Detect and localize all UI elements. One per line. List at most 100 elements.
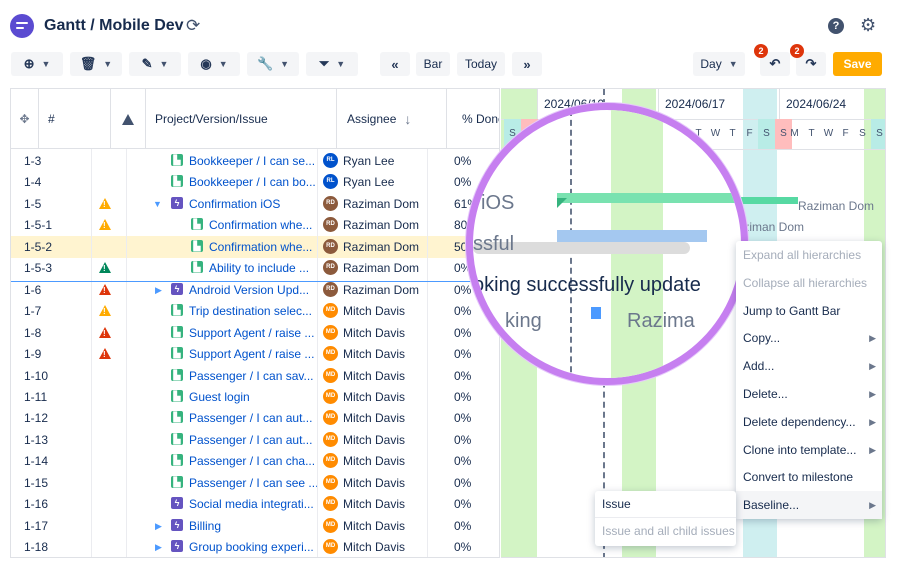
assignee-name: Mitch Davis (343, 540, 406, 555)
gear-icon[interactable]: ⚙ (860, 15, 876, 36)
column-header-id[interactable]: # (39, 89, 111, 149)
done-percent: 0% (454, 518, 472, 533)
tools-dropdown-button[interactable]: 🔧 ▼ (247, 52, 299, 76)
issue-link[interactable]: Guest login (189, 386, 317, 408)
day-header: T (808, 128, 815, 139)
column-header-project[interactable]: Project/Version/Issue (146, 89, 337, 149)
menu-item-expand-all-hierarchies: Expand all hierarchies (736, 241, 882, 269)
issue-link[interactable]: Trip destination selec... (189, 300, 317, 322)
sync-icon[interactable]: ⟳ (186, 16, 200, 36)
issue-link[interactable]: Bookkeeper / I can bo... (189, 171, 317, 193)
scroll-last-button[interactable]: » (512, 52, 542, 76)
delete-dropdown-button[interactable]: 🗑 ▼ (70, 52, 122, 76)
scroll-first-button[interactable]: « (380, 52, 410, 76)
menu-item-convert-to-milestone[interactable]: Convert to milestone (736, 463, 882, 491)
story-type-icon: ▙ (171, 325, 183, 338)
issue-link[interactable]: Ability to include ... (209, 257, 317, 279)
page-title: Gantt / Mobile Dev (44, 17, 184, 34)
row-id: 1-9 (24, 347, 42, 362)
sort-arrow-icon[interactable]: ↓ (404, 111, 411, 127)
menu-item-label: Jump to Gantt Bar (743, 303, 841, 318)
day-header: F (746, 128, 753, 139)
menu-item-add[interactable]: Add... ▶ (736, 352, 882, 380)
story-type-icon: ▙ (171, 411, 183, 424)
menu-item-label: Baseline... (743, 498, 800, 513)
filter-icon: ⏷ (318, 56, 330, 71)
issue-grid: ✥ # Project/Version/Issue Assignee ↓ % Do… (10, 88, 500, 558)
epic-type-icon: ϟ (171, 540, 183, 553)
wrench-icon: 🔧 (256, 56, 274, 71)
assignee-name: Raziman Dom (343, 196, 420, 211)
day-header: F (842, 128, 849, 139)
avatar: MD (323, 474, 338, 490)
filter-dropdown-button[interactable]: ⏷ ▼ (306, 52, 358, 76)
warning-icon (99, 283, 111, 295)
done-percent: 0% (454, 368, 472, 383)
edit-dropdown-button[interactable]: ✎ ▼ (129, 52, 181, 76)
assignee-name: Raziman Dom (343, 261, 420, 276)
submenu-arrow-icon: ▶ (869, 389, 876, 399)
row-id: 1-16 (24, 497, 49, 512)
grid-header: ✥ # Project/Version/Issue Assignee ↓ % Do… (11, 89, 499, 149)
today-button[interactable]: Today (457, 52, 505, 76)
assignee-name: Mitch Davis (343, 454, 406, 469)
avatar: MD (323, 517, 338, 533)
menu-item-label: Expand all hierarchies (743, 248, 862, 262)
issue-link[interactable]: Confirmation whe... (209, 236, 317, 258)
issue-link[interactable]: Confirmation iOS (189, 193, 317, 215)
assignee-name: Mitch Davis (343, 497, 406, 512)
warning-icon (99, 326, 111, 338)
avatar: MD (323, 453, 338, 469)
column-header-done[interactable]: % Done (447, 89, 499, 149)
magnified-toast-text: oking successfully update (473, 274, 701, 296)
issue-link[interactable]: Passenger / I can sav... (189, 365, 317, 387)
story-type-icon: ▙ (171, 175, 183, 188)
story-type-icon: ▙ (171, 389, 183, 402)
issue-link[interactable]: Passenger / I can cha... (189, 450, 317, 472)
issue-link[interactable]: Billing (189, 515, 317, 537)
zoom-select[interactable]: Day ▼ (693, 52, 745, 76)
expand-arrow-icon[interactable]: ▶ (155, 536, 162, 557)
menu-item-delete-dependency[interactable]: Delete dependency... ▶ (736, 408, 882, 436)
issue-link[interactable]: Support Agent / raise ... (189, 343, 317, 365)
row-id: 1-18 (24, 540, 49, 555)
assignee-name: Raziman Dom (343, 218, 420, 233)
issue-link[interactable]: Bookkeeper / I can se... (189, 150, 317, 172)
menu-item-copy[interactable]: Copy... ▶ (736, 324, 882, 352)
collapse-arrow-icon[interactable]: ▼ (153, 193, 162, 215)
help-icon[interactable]: ? (828, 18, 844, 34)
done-percent: 0% (454, 475, 472, 490)
avatar: MD (323, 496, 338, 512)
bar-button[interactable]: Bar (416, 52, 450, 76)
assignee-name: Raziman Dom (343, 239, 420, 254)
drag-handle-icon[interactable]: ✥ (11, 89, 39, 149)
warning-column-icon[interactable] (111, 89, 146, 149)
gantt-bar (557, 230, 707, 242)
issue-link[interactable]: Passenger / I can see ... (189, 472, 317, 494)
row-id: 1-3 (24, 154, 42, 168)
add-dropdown-button[interactable]: ⊕ ▼ (11, 52, 63, 76)
menu-item-baseline[interactable]: Baseline... ▶ (736, 491, 882, 520)
day-header: M (790, 128, 799, 139)
avatar: MD (323, 367, 338, 383)
menu-item-clone-into-template[interactable]: Clone into template... ▶ (736, 436, 882, 464)
row-id: 1-14 (24, 454, 49, 469)
view-dropdown-button[interactable]: ◉ ▼ (188, 52, 240, 76)
menu-item-jump-to-gantt-bar[interactable]: Jump to Gantt Bar (736, 297, 882, 325)
issue-link[interactable]: Social media integrati... (189, 493, 317, 515)
day-header: T (729, 128, 736, 139)
issue-link[interactable]: Confirmation whe... (209, 214, 317, 236)
issue-link[interactable]: Passenger / I can aut... (189, 429, 317, 451)
menu-item-delete[interactable]: Delete... ▶ (736, 380, 882, 408)
avatar: RL (323, 174, 338, 190)
chevron-down-icon: ▼ (728, 59, 738, 69)
undo-icon: ↶ (769, 56, 781, 71)
expand-arrow-icon[interactable]: ▶ (155, 515, 162, 537)
issue-link[interactable]: Group booking experi... (189, 536, 317, 557)
assignee-name: Mitch Davis (343, 389, 406, 404)
column-header-assignee[interactable]: Assignee ↓ (337, 89, 447, 149)
issue-link[interactable]: Support Agent / raise ... (189, 322, 317, 344)
save-button[interactable]: Save (833, 52, 882, 76)
issue-link[interactable]: Passenger / I can aut... (189, 407, 317, 429)
submenu-item[interactable]: Issue (595, 491, 736, 518)
